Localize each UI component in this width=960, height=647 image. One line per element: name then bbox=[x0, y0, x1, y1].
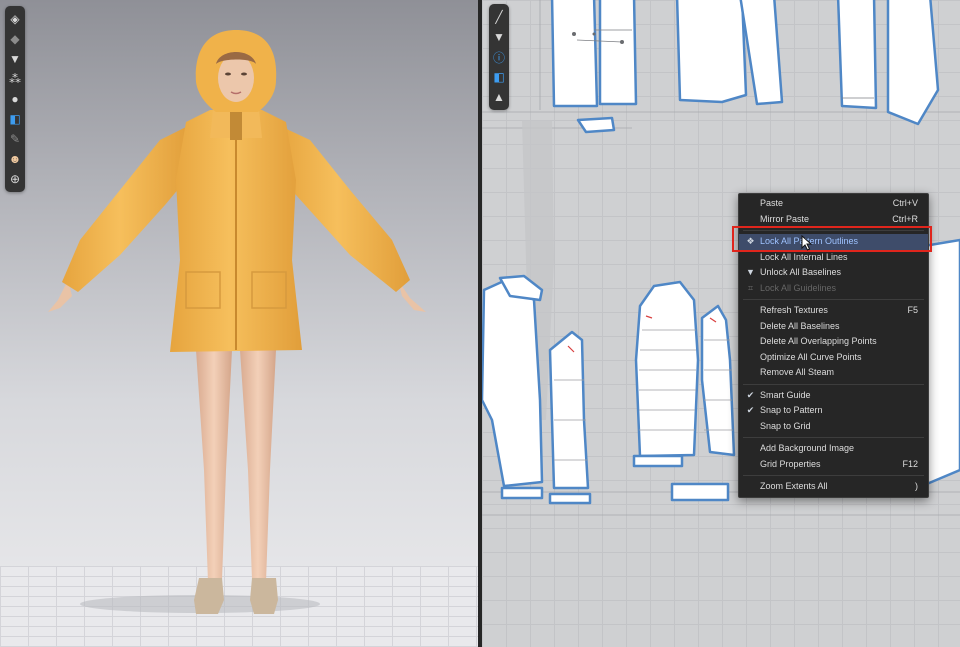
menu-item-shortcut: Ctrl+R bbox=[892, 213, 918, 224]
3d-viewport[interactable]: ◈ ◆ ▼ ⁂ ● ◧ ✎ ☻ ⊕ bbox=[0, 0, 478, 647]
globe-icon[interactable]: ⊕ bbox=[5, 169, 25, 189]
menu-item-remove-all-steam[interactable]: Remove All Steam bbox=[739, 365, 928, 381]
skin-icon[interactable]: ☻ bbox=[5, 149, 25, 169]
menu-item-label: Snap to Grid bbox=[760, 420, 811, 431]
3d-toolbar: ◈ ◆ ▼ ⁂ ● ◧ ✎ ☻ ⊕ bbox=[5, 6, 25, 192]
cube-icon[interactable]: ◈ bbox=[5, 9, 25, 29]
texture-icon[interactable]: ◧ bbox=[5, 109, 25, 129]
menu-item-delete-all-baselines[interactable]: Delete All Baselines bbox=[739, 319, 928, 335]
unlock-icon: ▼ bbox=[746, 267, 755, 277]
menu-item-shortcut: ) bbox=[915, 481, 918, 491]
pencil-icon[interactable]: ✎ bbox=[5, 129, 25, 149]
menu-separator bbox=[743, 475, 924, 476]
menu-item-mirror-paste[interactable]: Mirror Paste Ctrl+R bbox=[739, 212, 928, 228]
avatar-icon[interactable]: ● bbox=[5, 89, 25, 109]
menu-item-grid-properties[interactable]: Grid Properties F12 bbox=[739, 457, 928, 473]
2d-toolbar: ╱ ▼ ⓘ ◧ ▲ bbox=[489, 4, 509, 110]
menu-item-lock-all-internal-lines[interactable]: Lock All Internal Lines bbox=[739, 250, 928, 266]
menu-item-snap-to-pattern[interactable]: ✔ Snap to Pattern bbox=[739, 403, 928, 419]
menu-item-label: Paste bbox=[760, 198, 784, 208]
menu-item-optimize-all-curve-points[interactable]: Optimize All Curve Points bbox=[739, 350, 928, 366]
menu-separator bbox=[743, 299, 924, 300]
menu-item-label: Remove All Steam bbox=[760, 367, 835, 377]
avatar-with-raincoat bbox=[48, 30, 426, 614]
guideline-icon: ⌗ bbox=[747, 282, 754, 293]
menu-item-label: Zoom Extents All bbox=[760, 481, 828, 491]
lock-pattern-icon: ❖ bbox=[746, 236, 755, 246]
check-icon: ✔ bbox=[746, 405, 755, 415]
menu-item-shortcut: Ctrl+V bbox=[892, 198, 918, 208]
menu-item-label: Mirror Paste bbox=[760, 213, 810, 224]
pen-tool-icon[interactable]: ╱ bbox=[489, 7, 509, 27]
menu-item-label: Smart Guide bbox=[760, 389, 811, 400]
menu-item-lock-all-guidelines: ⌗ Lock All Guidelines bbox=[739, 281, 928, 297]
menu-item-label: Delete All Baselines bbox=[760, 320, 840, 331]
menu-item-add-background-image[interactable]: Add Background Image bbox=[739, 441, 928, 457]
menu-item-label: Add Background Image bbox=[760, 443, 855, 453]
menu-item-label: Lock All Internal Lines bbox=[760, 251, 848, 262]
menu-item-label: Unlock All Baselines bbox=[760, 267, 842, 277]
shirt-icon[interactable]: ▼ bbox=[5, 49, 25, 69]
menu-separator bbox=[743, 383, 924, 385]
menu-item-delete-all-overlapping-points[interactable]: Delete All Overlapping Points bbox=[739, 334, 928, 350]
shirt-icon[interactable]: ▼ bbox=[489, 27, 509, 47]
menu-item-snap-to-grid[interactable]: Snap to Grid bbox=[739, 419, 928, 435]
info-icon[interactable]: ⓘ bbox=[489, 47, 509, 67]
menu-item-paste[interactable]: Paste Ctrl+V bbox=[739, 196, 928, 212]
menu-item-label: Refresh Textures bbox=[760, 305, 828, 315]
shirt-outline-icon[interactable]: ◆ bbox=[5, 29, 25, 49]
menu-item-label: Lock All Guidelines bbox=[760, 282, 837, 293]
menu-item-unlock-all-baselines[interactable]: ▼ Unlock All Baselines bbox=[739, 265, 928, 281]
menu-item-label: Grid Properties bbox=[760, 458, 821, 469]
menu-item-zoom-extents-all[interactable]: Zoom Extents All) bbox=[739, 479, 928, 495]
menu-item-label: Delete All Overlapping Points bbox=[760, 336, 877, 346]
garment-icon[interactable]: ▲ bbox=[489, 87, 509, 107]
texture-icon[interactable]: ◧ bbox=[489, 67, 509, 87]
menu-separator bbox=[743, 230, 924, 231]
menu-item-shortcut: F5 bbox=[907, 305, 918, 315]
menu-item-label: Snap to Pattern bbox=[760, 405, 823, 415]
menu-separator bbox=[743, 437, 924, 438]
menu-item-smart-guide[interactable]: ✔ Smart Guide bbox=[739, 388, 928, 404]
avatar-points-icon[interactable]: ⁂ bbox=[5, 69, 25, 89]
menu-item-label: Optimize All Curve Points bbox=[760, 351, 862, 362]
menu-item-lock-all-pattern-outlines[interactable]: ❖ Lock All Pattern Outlines bbox=[739, 234, 928, 250]
check-icon: ✔ bbox=[746, 389, 755, 400]
context-menu: Paste Ctrl+V Mirror Paste Ctrl+R ❖ Lock All P… bbox=[738, 193, 929, 498]
menu-item-refresh-textures[interactable]: Refresh Textures F5 bbox=[739, 303, 928, 319]
menu-item-shortcut: F12 bbox=[902, 458, 918, 469]
mouse-cursor-icon bbox=[801, 235, 813, 251]
